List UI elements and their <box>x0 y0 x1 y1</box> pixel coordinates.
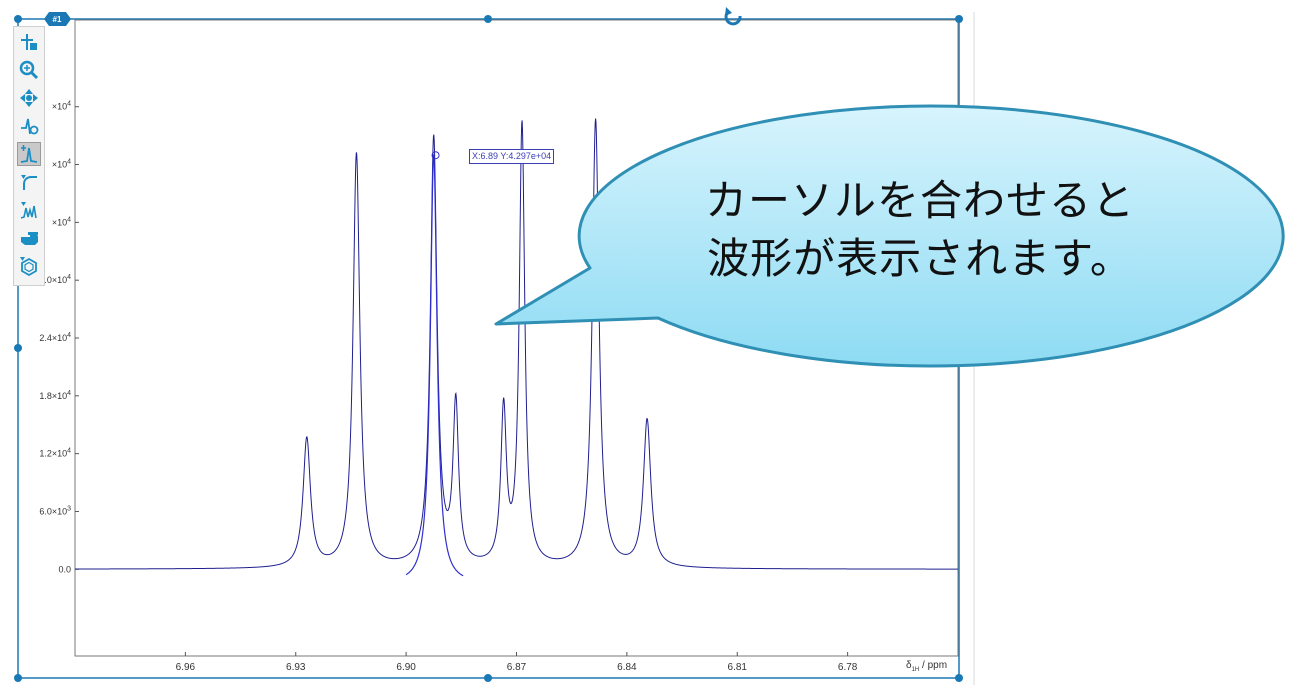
multiplet-analysis-icon <box>20 202 37 219</box>
resize-handle-bottom <box>484 674 492 682</box>
manual-peak-pick-tool[interactable] <box>17 114 41 138</box>
zoom-icon <box>19 60 39 80</box>
y-tick-label: ×104 <box>52 216 71 227</box>
plot-number-badge-label: #1 <box>53 15 62 24</box>
pointer-hand-tool[interactable] <box>17 226 41 250</box>
callout-line-1: カーソルを合わせると <box>704 176 1135 225</box>
pan-tool[interactable] <box>17 86 41 110</box>
structure-tool[interactable] <box>17 254 41 278</box>
x-axis-ticks: 6.96 6.93 6.90 6.87 6.84 6.81 6.78 <box>176 652 858 673</box>
peak-pick-icon <box>20 145 38 163</box>
pan-icon <box>20 89 38 107</box>
resize-handle-bottom-right <box>955 674 963 682</box>
zoom-tool[interactable] <box>17 58 41 82</box>
crosshair-cursor-icon <box>21 34 37 50</box>
resize-handle-bottom-left <box>14 674 22 682</box>
spectrum-plot[interactable]: #1 0.06.0×1031.2×1041.8×1042.4×1043.0×10… <box>0 0 1300 685</box>
y-tick-label: ×104 <box>52 159 71 170</box>
resize-handle-top-left <box>14 15 22 23</box>
callout-text: カーソルを合わせると 波形が表示されます。 <box>640 172 1200 288</box>
resize-handle-left <box>14 344 22 352</box>
crosshair-cursor-tool[interactable] <box>17 30 41 54</box>
manual-peak-pick-icon <box>21 118 39 135</box>
peak-pick-tool[interactable] <box>17 142 41 166</box>
y-tick-label: 6.0×103 <box>39 505 71 516</box>
cursor-readout: X:6.89 Y:4.297e+04 <box>469 149 555 164</box>
integration-tool[interactable] <box>17 170 41 194</box>
x-tick-label: 6.96 <box>176 662 196 673</box>
callout-line-2: 波形が表示されます。 <box>707 234 1133 283</box>
resize-handle-top-right <box>955 15 963 23</box>
structure-icon <box>20 257 37 276</box>
resize-handle-top <box>484 15 492 23</box>
y-tick-label: 0.0 <box>58 564 71 574</box>
y-axis-ticks: 0.06.0×1031.2×1041.8×1042.4×1043.0×104×1… <box>39 101 79 574</box>
x-tick-label: 6.87 <box>507 662 527 673</box>
highlighted-peak-waveform <box>405 154 464 577</box>
x-tick-label: 6.84 <box>617 662 637 673</box>
pointer-hand-icon <box>21 232 38 245</box>
plot-toolbar <box>13 26 45 286</box>
rotate-handle-icon[interactable] <box>724 7 742 26</box>
x-axis-label: δ1H / ppm <box>906 660 948 673</box>
x-tick-label: 6.81 <box>728 662 748 673</box>
x-tick-label: 6.93 <box>286 662 306 673</box>
x-tick-label: 6.90 <box>396 662 416 673</box>
y-tick-label: 2.4×104 <box>39 332 71 343</box>
integration-icon <box>21 175 37 190</box>
y-tick-label: 1.2×104 <box>39 448 71 459</box>
plot-number-badge: #1 <box>44 12 71 26</box>
y-tick-label: ×104 <box>52 101 71 112</box>
x-tick-label: 6.78 <box>838 662 858 673</box>
y-tick-label: 1.8×104 <box>39 390 71 401</box>
multiplet-analysis-tool[interactable] <box>17 198 41 222</box>
